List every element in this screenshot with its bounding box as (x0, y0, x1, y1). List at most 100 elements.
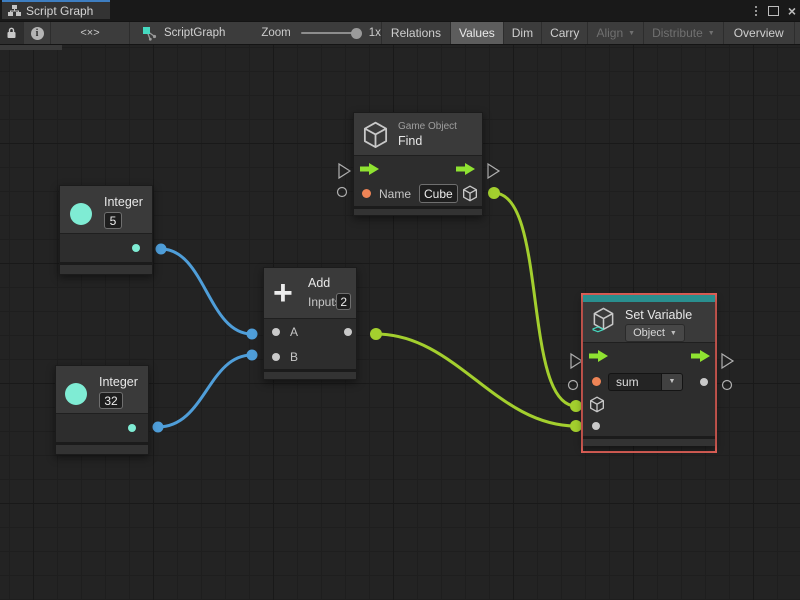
variable-name-combo[interactable]: sum ▼ (608, 372, 683, 391)
node-title: Integer (99, 375, 138, 389)
graph-canvas[interactable]: Integer 5 Integer 32 + Add Inputs 2 A B … (0, 45, 800, 600)
lock-button[interactable] (0, 22, 24, 44)
toolbar-left-group: i <×> (0, 22, 130, 44)
window-controls: × (753, 0, 796, 21)
script-graph-icon (143, 26, 157, 41)
node-title: Add (308, 276, 331, 290)
graph-hierarchy-icon (8, 5, 21, 16)
toolbar-button-distribute[interactable]: Distribute ▼ (644, 22, 724, 44)
node-game-object-find[interactable]: Game Object Find Name Cube (353, 112, 483, 216)
add-plus-icon: + (273, 274, 293, 312)
add-input-b-port[interactable] (272, 352, 280, 361)
integer-5-footer (60, 262, 152, 274)
toolbar-button-align[interactable]: Align ▼ (588, 22, 645, 44)
setvariable-value-out-marker[interactable] (721, 379, 733, 391)
integer-5-value-field[interactable]: 5 (104, 212, 122, 229)
find-name-label: Name (379, 186, 412, 201)
add-input-a-row: A (264, 319, 356, 344)
lock-icon (7, 27, 16, 38)
set-variable-flow-row (583, 343, 715, 369)
find-footer (354, 206, 482, 215)
graph-name-label: ScriptGraph (164, 27, 226, 39)
game-object-cube-icon (363, 121, 388, 148)
variable-name-dropdown-button[interactable]: ▼ (661, 372, 683, 391)
toolbar-middle-group: ScriptGraph Zoom 1x (130, 22, 381, 44)
variable-value-input-port[interactable] (592, 421, 600, 430)
integer-32-value-field[interactable]: 32 (99, 392, 123, 409)
zoom-slider[interactable] (300, 28, 362, 39)
setvariable-value-in-marker[interactable] (567, 379, 579, 391)
set-variable-footer (583, 436, 715, 446)
set-variable-accent-strip (583, 295, 715, 302)
integer-32-header: Integer 32 (56, 366, 148, 414)
integer-32-output-port[interactable] (128, 424, 136, 432)
find-header: Game Object Find (354, 113, 482, 156)
add-output-port[interactable] (344, 327, 352, 336)
find-name-input-port[interactable] (362, 189, 371, 198)
find-flow-out-marker[interactable] (487, 162, 501, 180)
wire-add-to-setvariable-value[interactable] (375, 332, 577, 428)
node-integer-5[interactable]: Integer 5 (59, 185, 153, 275)
find-flow-row (354, 156, 482, 181)
game-object-result-icon (463, 185, 477, 202)
flow-input-arrow-icon[interactable] (360, 162, 380, 175)
canvas-scroll-strip[interactable] (0, 45, 62, 50)
find-flow-in-marker[interactable] (338, 162, 352, 180)
add-input-a-port[interactable] (272, 327, 280, 336)
integer-5-output-port[interactable] (132, 244, 140, 252)
toolbar-button-dim[interactable]: Dim (504, 22, 543, 44)
find-name-value-field[interactable]: Cube (419, 184, 458, 203)
code-view-button[interactable]: <×> (51, 22, 130, 44)
code-icon: <×> (80, 27, 100, 39)
add-input-a-label: A (290, 324, 299, 339)
graph-toolbar: i <×> ScriptGraph Zoom 1x Relations Valu… (0, 21, 800, 45)
tab-script-graph[interactable]: Script Graph (2, 0, 110, 19)
window-menu-icon[interactable] (753, 4, 759, 18)
info-button[interactable]: i (24, 22, 51, 44)
toolbar-button-values[interactable]: Values (450, 22, 504, 44)
add-header: + Add Inputs 2 (264, 268, 356, 319)
toolbar-button-carry[interactable]: Carry (542, 22, 589, 44)
node-title: Integer (104, 195, 143, 209)
wire-integer5-to-add-a[interactable] (160, 247, 253, 336)
variable-value-output-port[interactable] (700, 377, 708, 386)
flow-output-arrow-icon[interactable] (456, 162, 476, 175)
toolbar-button-fullscreen[interactable]: Full Screen (795, 22, 800, 44)
variable-angle-brackets-icon: <> (592, 324, 604, 336)
variable-scope-dropdown[interactable]: Object ▼ (625, 324, 685, 342)
variable-name-input-port[interactable] (592, 377, 601, 386)
zoom-label: Zoom (261, 27, 291, 39)
add-input-b-label: B (290, 349, 299, 364)
node-integer-32[interactable]: Integer 32 (55, 365, 149, 455)
wire-integer32-to-add-b[interactable] (157, 353, 253, 429)
maximize-icon[interactable] (767, 5, 779, 16)
find-value-in-marker[interactable] (336, 186, 348, 198)
add-inputs-count-field[interactable]: 2 (336, 293, 351, 310)
close-icon[interactable]: × (788, 4, 796, 18)
integer-32-footer (56, 442, 148, 454)
toolbar-button-relations[interactable]: Relations (380, 22, 451, 44)
node-set-variable-selection-border: <> Set Variable Object ▼ sum ▼ (581, 293, 717, 453)
add-input-b-row: B (264, 344, 356, 369)
dropdown-arrow-icon: ▼ (668, 378, 676, 385)
add-footer (264, 369, 356, 379)
flow-input-arrow-icon[interactable] (589, 350, 609, 362)
find-name-row: Name Cube (354, 181, 482, 206)
dropdown-arrow-icon: ▼ (669, 329, 677, 337)
node-add[interactable]: + Add Inputs 2 A B (263, 267, 357, 380)
set-variable-object-row (583, 394, 715, 415)
flow-output-arrow-icon[interactable] (691, 350, 711, 362)
set-variable-value-row (583, 415, 715, 436)
window-titlebar: Script Graph × (0, 0, 800, 21)
zoom-slider-handle[interactable] (350, 28, 362, 39)
align-dropdown-icon: ▼ (628, 30, 636, 37)
game-object-input-icon[interactable] (589, 396, 605, 413)
node-set-variable[interactable]: <> Set Variable Object ▼ sum ▼ (583, 295, 715, 446)
setvariable-flow-out-marker[interactable] (721, 352, 735, 370)
unity-script-graph-window: Script Graph × i <×> ScriptGraph Zoom 1x… (0, 0, 800, 600)
integer-type-icon (65, 383, 87, 405)
toolbar-button-overview[interactable]: Overview (724, 22, 795, 44)
node-title: Set Variable (625, 308, 693, 322)
distribute-dropdown-icon: ▼ (707, 30, 715, 37)
wire-find-to-setvariable-object[interactable] (493, 191, 577, 408)
